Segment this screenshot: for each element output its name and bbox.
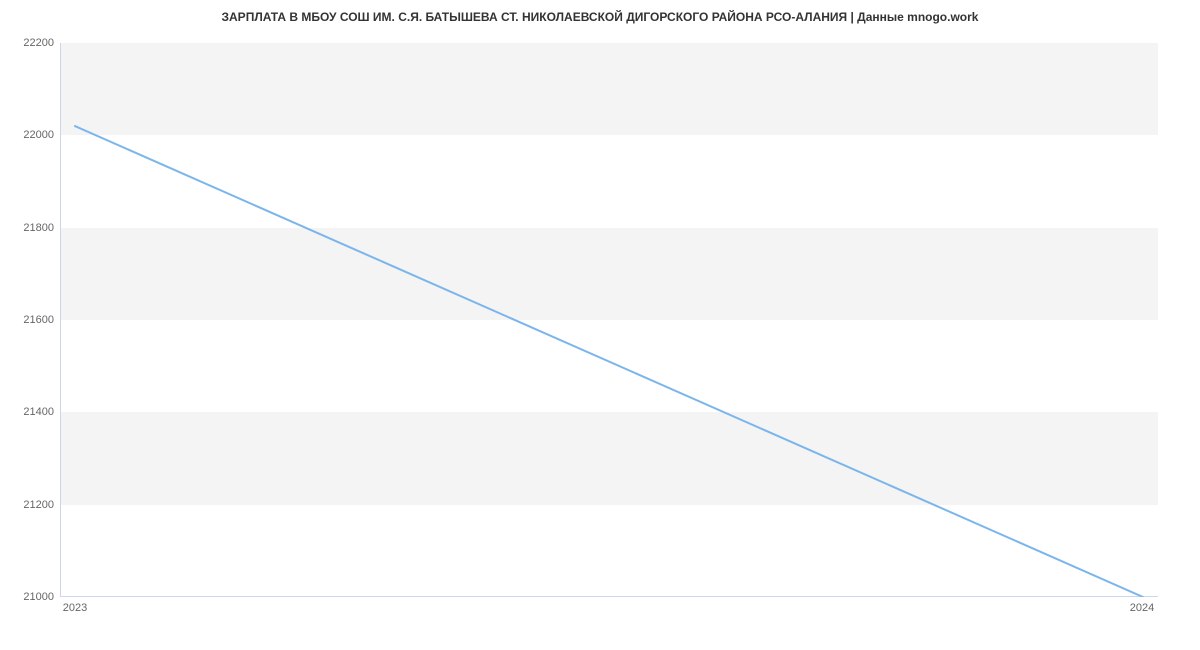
x-axis-line bbox=[60, 596, 1158, 597]
y-tick-label: 21200 bbox=[4, 499, 54, 511]
y-tick-label: 21600 bbox=[4, 314, 54, 326]
y-tick-label: 21400 bbox=[4, 406, 54, 418]
x-tick-label: 2023 bbox=[63, 602, 87, 614]
y-tick-label: 21800 bbox=[4, 222, 54, 234]
grid-band bbox=[60, 228, 1158, 320]
y-tick-label: 22000 bbox=[4, 129, 54, 141]
grid-band bbox=[60, 412, 1158, 504]
x-tick-label: 2024 bbox=[1130, 602, 1154, 614]
y-axis-line bbox=[60, 43, 61, 597]
y-tick-label: 21000 bbox=[4, 591, 54, 603]
chart-title: ЗАРПЛАТА В МБОУ СОШ ИМ. С.Я. БАТЫШЕВА СТ… bbox=[0, 10, 1200, 24]
grid-band bbox=[60, 43, 1158, 135]
y-tick-label: 22200 bbox=[4, 37, 54, 49]
plot-area bbox=[60, 43, 1158, 597]
